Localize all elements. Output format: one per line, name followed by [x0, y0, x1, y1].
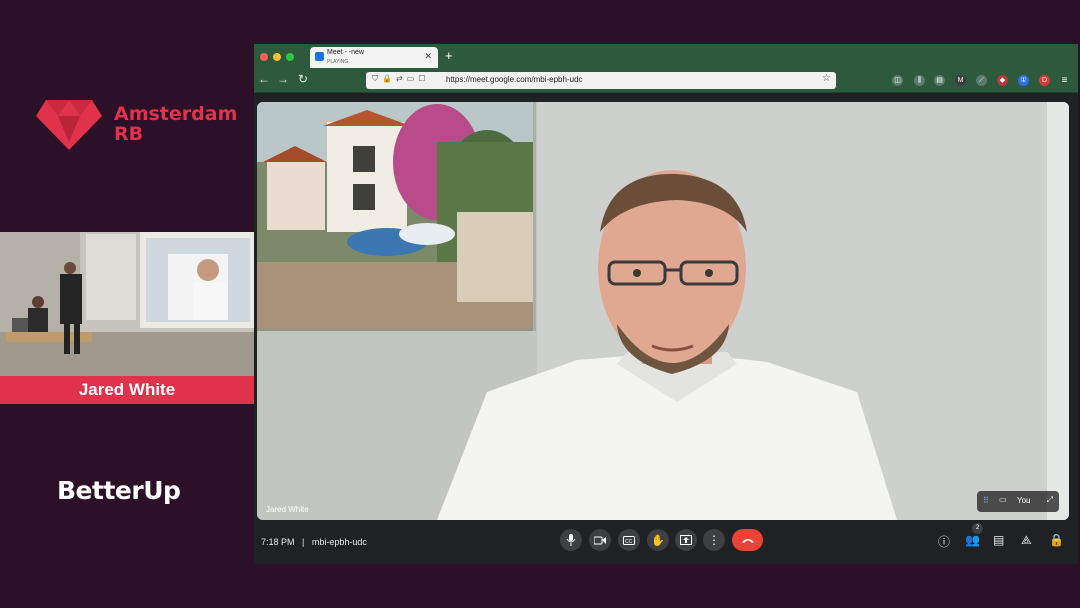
ruby-gem-logo-icon [36, 100, 102, 150]
site-permission-icons[interactable]: ⛉🔒⇄▭☐ [372, 74, 429, 84]
chat-button[interactable]: ▤ [993, 533, 1004, 547]
participant-video-tile[interactable]: Jared White ⠿ ▭ You ⤢ [257, 102, 1069, 520]
more-vert-icon: ⋮ [708, 533, 720, 547]
tab-title: Meet - -new [327, 49, 364, 56]
reload-button[interactable]: ↻ [298, 72, 308, 86]
participant-name-tag: Jared White [266, 505, 309, 514]
meet-favicon-icon [315, 52, 324, 61]
library-icon[interactable]: ⫼ [914, 75, 925, 86]
extension-shield-icon[interactable]: ◆ [997, 75, 1008, 86]
host-controls-icon: 🔒 [1049, 533, 1064, 547]
bookmark-star-icon[interactable]: ☆ [822, 73, 831, 84]
mic-button[interactable] [560, 529, 582, 551]
info-separator: | [302, 537, 305, 547]
camera-icon [594, 536, 606, 544]
hangup-icon [741, 538, 754, 543]
leave-call-button[interactable] [732, 529, 763, 551]
people-icon: 👥 [965, 533, 980, 547]
stage-scene [0, 232, 254, 376]
captions-button[interactable]: CC [618, 529, 640, 551]
self-view-minimized[interactable]: ⠿ ▭ You ⤢ [977, 491, 1059, 512]
audio-level-icon: ⠿ [983, 496, 989, 505]
camera-button[interactable] [589, 529, 611, 551]
password-manager-icon[interactable]: ① [1018, 75, 1029, 86]
svg-text:CC: CC [625, 539, 633, 545]
profile-avatar-icon[interactable]: D [1039, 75, 1050, 86]
conference-brand: Amsterdam RB [34, 96, 237, 152]
clock-time: 7:18 PM [261, 537, 295, 547]
menu-icon[interactable]: ≡ [1059, 75, 1070, 86]
host-controls-button[interactable]: 🔒 [1049, 533, 1064, 547]
meeting-details-button[interactable]: ⓘ [938, 533, 950, 550]
captions-icon: CC [623, 535, 635, 545]
present-button[interactable] [675, 529, 697, 551]
activities-icon: ⟁ [1021, 533, 1032, 547]
tab-bar: Meet - -new PLAYING ✕ + [254, 44, 1078, 69]
people-button[interactable]: 👥 [965, 533, 980, 547]
window-controls [260, 53, 294, 61]
meet-page: Jared White ⠿ ▭ You ⤢ 7:18 PM | mbi-epbh… [254, 93, 1078, 564]
info-icon: ⓘ [938, 535, 951, 549]
mic-icon [566, 534, 576, 546]
back-button[interactable]: ← [258, 72, 270, 86]
raise-hand-icon: ✋ [651, 534, 665, 547]
extension-tools-icon[interactable]: ⟋ [976, 75, 987, 86]
stage-camera-feed [0, 232, 254, 376]
address-bar[interactable]: ⛉🔒⇄▭☐ https://meet.google.com/mbi-epbh-u… [366, 72, 836, 89]
chat-icon: ▤ [993, 533, 1005, 547]
speaker-name-banner: Jared White [0, 376, 254, 404]
close-tab-icon[interactable]: ✕ [424, 51, 432, 62]
activities-button[interactable]: ⟁ [1021, 533, 1032, 548]
close-window-button[interactable] [260, 53, 268, 61]
forward-button[interactable]: → [277, 72, 289, 86]
minimize-window-button[interactable] [273, 53, 281, 61]
brand-line-1: Amsterdam [114, 103, 238, 125]
present-icon [680, 535, 692, 545]
new-tab-button[interactable]: + [445, 48, 453, 63]
brand-line-2: RB [114, 123, 144, 145]
meeting-info: 7:18 PM | mbi-epbh-udc [261, 537, 367, 547]
expand-icon[interactable]: ⤢ [1047, 495, 1053, 505]
raise-hand-button[interactable]: ✋ [647, 529, 669, 551]
more-options-button[interactable]: ⋮ [703, 529, 725, 551]
self-label: You [1017, 496, 1031, 505]
nav-toolbar: ← → ↻ ⛉🔒⇄▭☐ https://meet.google.com/mbi-… [254, 69, 1078, 93]
participant-video-frame [257, 102, 1069, 520]
pocket-icon[interactable]: ◫ [892, 75, 903, 86]
sponsor-logo: BetterUp [57, 476, 181, 505]
browser-window: Meet - -new PLAYING ✕ + ← → ↻ ⛉🔒⇄▭☐ http… [254, 44, 1078, 564]
meet-controls-bar: 7:18 PM | mbi-epbh-udc CC ✋ ⋮ ⓘ 2 👥 ▤ ⟁ … [254, 521, 1078, 564]
zoom-window-button[interactable] [286, 53, 294, 61]
url-text[interactable]: https://meet.google.com/mbi-epbh-udc [446, 75, 583, 84]
meeting-code: mbi-epbh-udc [311, 537, 367, 547]
tab-meet[interactable]: Meet - -new PLAYING ✕ [310, 47, 438, 68]
extension-m-icon[interactable]: M [955, 75, 966, 86]
tab-audio-status: PLAYING [327, 59, 349, 65]
sidebar-icon[interactable]: ▤ [934, 75, 945, 86]
self-camera-icon: ▭ [999, 495, 1007, 504]
